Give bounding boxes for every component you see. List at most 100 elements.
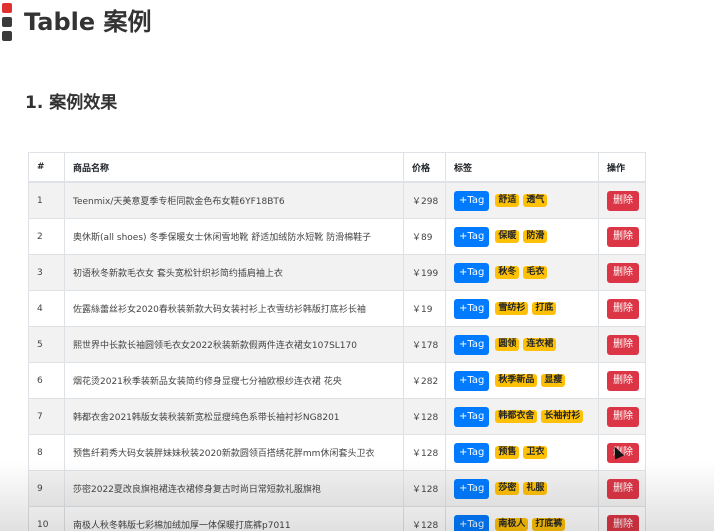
tag-badge: 长袖衬衫: [541, 410, 584, 423]
row-product-name: 佐露絲蕾丝衫女2020春秋装新款大码女装衬衫上衣雪纺衫韩版打底衫长袖: [64, 290, 404, 327]
row-index: 10: [28, 506, 65, 531]
add-tag-button[interactable]: +Tag: [454, 226, 490, 247]
header-name: 商品名称: [64, 152, 404, 183]
tag-badge: 礼服: [523, 482, 548, 495]
add-tag-button[interactable]: +Tag: [454, 334, 490, 355]
tag-badge: 透气: [523, 194, 548, 207]
row-operation-cell: 删除: [598, 506, 646, 531]
tag-badge: 雪纺衫: [495, 302, 529, 315]
tag-badge: 秋季新品: [495, 374, 538, 387]
add-tag-button[interactable]: +Tag: [454, 298, 490, 319]
add-tag-button[interactable]: +Tag: [454, 190, 490, 211]
row-operation-cell: 删除: [598, 218, 646, 255]
table-row: 5 熙世界中长款长袖圆领毛衣女2022秋装新款假两件连衣裙女107SL170 ￥17…: [28, 326, 646, 363]
row-index: 2: [28, 218, 65, 255]
add-tag-button[interactable]: +Tag: [454, 406, 490, 427]
tag-badge: 圆领: [495, 338, 520, 351]
row-tags-cell: +Tag 南极人 打底裤: [445, 506, 599, 531]
delete-button[interactable]: 删除: [607, 262, 639, 283]
row-product-name: Teenmix/天美意夏季专柜同款金色布女鞋6YF18BT6: [64, 181, 404, 219]
delete-button[interactable]: 删除: [607, 478, 639, 499]
tag-badge: 连衣裙: [523, 338, 557, 351]
table-row: 3 初语秋冬新款毛衣女 套头宽松针织衫简约插肩袖上衣 ￥199 +Tag 秋冬 毛衣 删除: [28, 254, 646, 291]
table-row: 6 烟花烫2021秋季装新品女装简约修身显瘦七分袖欧根纱连衣裙 花央 ￥282 +Ta…: [28, 362, 646, 399]
table-row: 9 莎密2022夏改良旗袍裙连衣裙修身复古时尚日常短款礼服旗袍 ￥128 +Tag 莎密…: [28, 470, 646, 507]
row-operation-cell: 删除: [598, 326, 646, 363]
table-header: # 商品名称 价格 标签 操作: [28, 152, 646, 183]
row-index: 3: [28, 254, 65, 291]
heading-marker-block-dark-1: [2, 17, 12, 27]
row-tags-cell: +Tag 圆领 连衣裙: [445, 326, 599, 363]
table-body: 1 Teenmix/天美意夏季专柜同款金色布女鞋6YF18BT6 ￥298 +Tag 舒…: [28, 181, 646, 531]
add-tag-button[interactable]: +Tag: [454, 442, 490, 463]
tag-badge: 预售: [495, 446, 520, 459]
table-row: 8 预售纤莉秀大码女装胖妹妹秋装2020新款圆领百搭绣花胖mm休闲套头卫衣 ￥128…: [28, 434, 646, 471]
add-tag-button[interactable]: +Tag: [454, 262, 490, 283]
row-price: ￥128: [403, 506, 446, 531]
row-operation-cell: 删除: [598, 181, 646, 219]
tag-badge: 卫衣: [523, 446, 548, 459]
row-operation-cell: 删除: [598, 362, 646, 399]
row-tags-cell: +Tag 莎密 礼服: [445, 470, 599, 507]
delete-button[interactable]: 删除: [607, 370, 639, 391]
row-index: 5: [28, 326, 65, 363]
add-tag-button[interactable]: +Tag: [454, 370, 490, 391]
row-price: ￥178: [403, 326, 446, 363]
row-product-name: 韩都衣舍2021韩版女装秋装新宽松显瘦纯色系带长袖衬衫NG8201: [64, 398, 404, 435]
row-product-name: 预售纤莉秀大码女装胖妹妹秋装2020新款圆领百搭绣花胖mm休闲套头卫衣: [64, 434, 404, 471]
tag-badge: 莎密: [495, 482, 520, 495]
add-tag-button[interactable]: +Tag: [454, 478, 490, 499]
row-tags-cell: +Tag 雪纺衫 打底: [445, 290, 599, 327]
delete-button[interactable]: 删除: [607, 406, 639, 427]
row-tags-cell: +Tag 保暖 防滑: [445, 218, 599, 255]
row-product-name: 初语秋冬新款毛衣女 套头宽松针织衫简约插肩袖上衣: [64, 254, 404, 291]
row-product-name: 奥休斯(all shoes) 冬季保暖女士休闲雪地靴 舒适加绒防水短靴 防滑棉鞋…: [64, 218, 404, 255]
tag-badge: 防滑: [523, 230, 548, 243]
tag-badge: 显瘦: [541, 374, 566, 387]
row-price: ￥19: [403, 290, 446, 327]
delete-button[interactable]: 删除: [607, 298, 639, 319]
section-title: 1. 案例效果: [25, 93, 118, 113]
row-tags-cell: +Tag 秋季新品 显瘦: [445, 362, 599, 399]
row-tags-cell: +Tag 韩都衣舍 长袖衬衫: [445, 398, 599, 435]
table-row: 1 Teenmix/天美意夏季专柜同款金色布女鞋6YF18BT6 ￥298 +Tag 舒…: [28, 181, 646, 219]
row-index: 6: [28, 362, 65, 399]
row-operation-cell: 删除: [598, 290, 646, 327]
tag-badge: 保暖: [495, 230, 520, 243]
header-index: #: [28, 152, 65, 183]
row-price: ￥128: [403, 470, 446, 507]
tag-badge: 毛衣: [523, 266, 548, 279]
row-tags-cell: +Tag 预售 卫衣: [445, 434, 599, 471]
row-price: ￥128: [403, 434, 446, 471]
table-row: 2 奥休斯(all shoes) 冬季保暖女士休闲雪地靴 舒适加绒防水短靴 防滑棉…: [28, 218, 646, 255]
row-index: 9: [28, 470, 65, 507]
page-title: Table 案例: [24, 8, 152, 36]
delete-button[interactable]: 删除: [607, 334, 639, 355]
row-index: 1: [28, 181, 65, 219]
tag-badge: 打底裤: [532, 518, 566, 531]
tag-badge: 打底: [532, 302, 557, 315]
header-price: 价格: [403, 152, 446, 183]
row-product-name: 莎密2022夏改良旗袍裙连衣裙修身复古时尚日常短款礼服旗袍: [64, 470, 404, 507]
delete-button[interactable]: 删除: [607, 514, 639, 531]
tag-badge: 舒适: [495, 194, 520, 207]
row-price: ￥282: [403, 362, 446, 399]
table-row: 4 佐露絲蕾丝衫女2020春秋装新款大码女装衬衫上衣雪纺衫韩版打底衫长袖 ￥19 +T…: [28, 290, 646, 327]
row-product-name: 南极人秋冬韩版七彩棉加绒加厚一体保暖打底裤p7011: [64, 506, 404, 531]
row-index: 8: [28, 434, 65, 471]
tag-badge: 南极人: [495, 518, 529, 531]
row-product-name: 熙世界中长款长袖圆领毛衣女2022秋装新款假两件连衣裙女107SL170: [64, 326, 404, 363]
tag-badge: 秋冬: [495, 266, 520, 279]
row-price: ￥128: [403, 398, 446, 435]
header-tags: 标签: [445, 152, 599, 183]
delete-button[interactable]: 删除: [607, 226, 639, 247]
row-price: ￥89: [403, 218, 446, 255]
row-price: ￥199: [403, 254, 446, 291]
add-tag-button[interactable]: +Tag: [454, 514, 490, 531]
header-operation: 操作: [598, 152, 646, 183]
row-price: ￥298: [403, 181, 446, 219]
delete-button[interactable]: 删除: [607, 190, 639, 211]
row-tags-cell: +Tag 舒适 透气: [445, 181, 599, 219]
row-product-name: 烟花烫2021秋季装新品女装简约修身显瘦七分袖欧根纱连衣裙 花央: [64, 362, 404, 399]
row-operation-cell: 删除: [598, 398, 646, 435]
